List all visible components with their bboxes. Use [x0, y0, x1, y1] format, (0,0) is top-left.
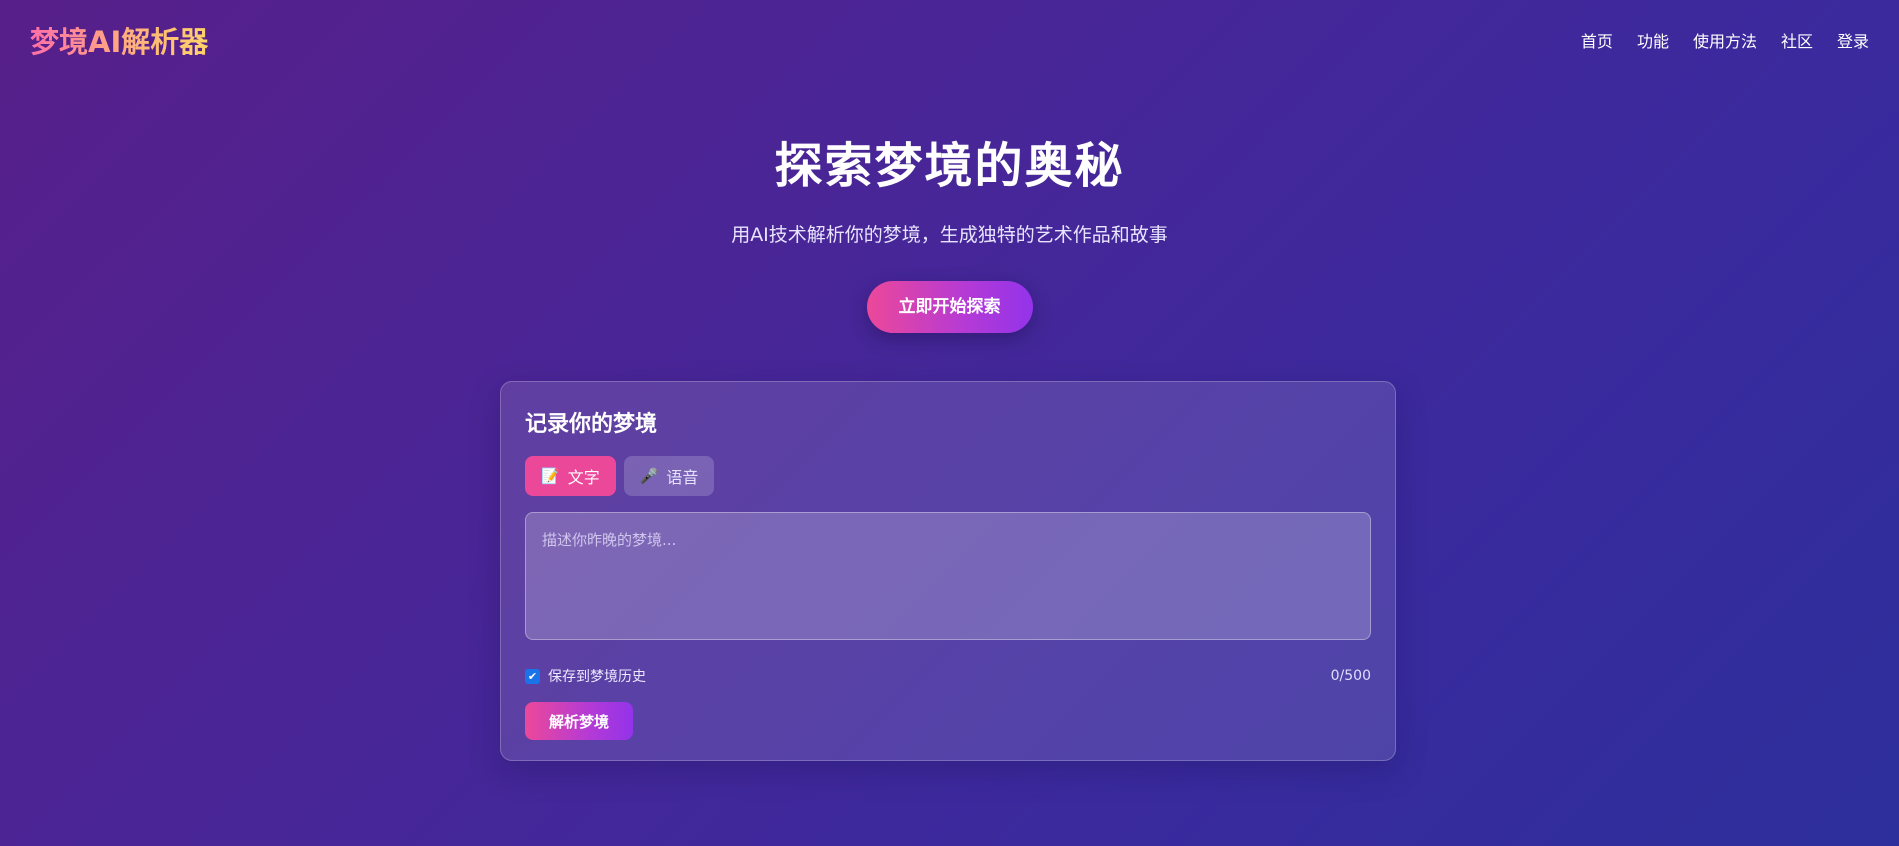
save-history-checkbox[interactable]: ✔: [525, 668, 540, 684]
hero-subtitle: 用AI技术解析你的梦境，生成独特的艺术作品和故事: [731, 224, 1168, 246]
microphone-icon: 🎤: [639, 467, 659, 485]
save-history-label: 保存到梦境历史: [548, 669, 646, 685]
dream-description-input[interactable]: [525, 512, 1371, 640]
nav-link-home[interactable]: 首页: [1581, 28, 1613, 52]
tab-voice-label: 语音: [666, 468, 699, 487]
hero-title: 探索梦境的奥秘: [774, 138, 1125, 194]
input-mode-tabs: 📝 文字 🎤 语音: [525, 456, 1371, 496]
save-history-option[interactable]: ✔ 保存到梦境历史: [525, 666, 646, 686]
memo-icon: 📝: [541, 467, 560, 485]
checkmark-icon: ✔: [527, 669, 538, 683]
recorder-title: 记录你的梦境: [525, 412, 658, 437]
nav-link-features[interactable]: 功能: [1637, 28, 1669, 52]
options-row: ✔ 保存到梦境历史 0/500: [525, 666, 1371, 686]
tab-text-label: 文字: [567, 468, 600, 487]
nav-link-login[interactable]: 登录: [1837, 28, 1869, 52]
start-explore-button[interactable]: 立即开始探索: [866, 281, 1033, 333]
analyze-dream-button[interactable]: 解析梦境: [525, 702, 634, 740]
nav-links: 首页 功能 使用方法 社区 登录: [1581, 28, 1869, 52]
character-counter: 0/500: [1330, 668, 1371, 684]
site-logo[interactable]: 梦境AI解析器: [30, 19, 208, 61]
tab-text[interactable]: 📝 文字: [525, 456, 616, 496]
hero-section: 探索梦境的奥秘 用AI技术解析你的梦境，生成独特的艺术作品和故事 立即开始探索: [0, 126, 1899, 333]
dream-input-wrapper: [525, 512, 1371, 644]
tab-voice[interactable]: 🎤 语音: [623, 456, 715, 496]
dream-recorder-card: 记录你的梦境 📝 文字 🎤 语音 ✔ 保存到梦境历史 0/500 解析梦境: [500, 381, 1396, 761]
top-navbar: 梦境AI解析器 首页 功能 使用方法 社区 登录: [0, 0, 1899, 80]
nav-link-how-to-use[interactable]: 使用方法: [1693, 28, 1757, 52]
nav-link-community[interactable]: 社区: [1781, 28, 1813, 52]
